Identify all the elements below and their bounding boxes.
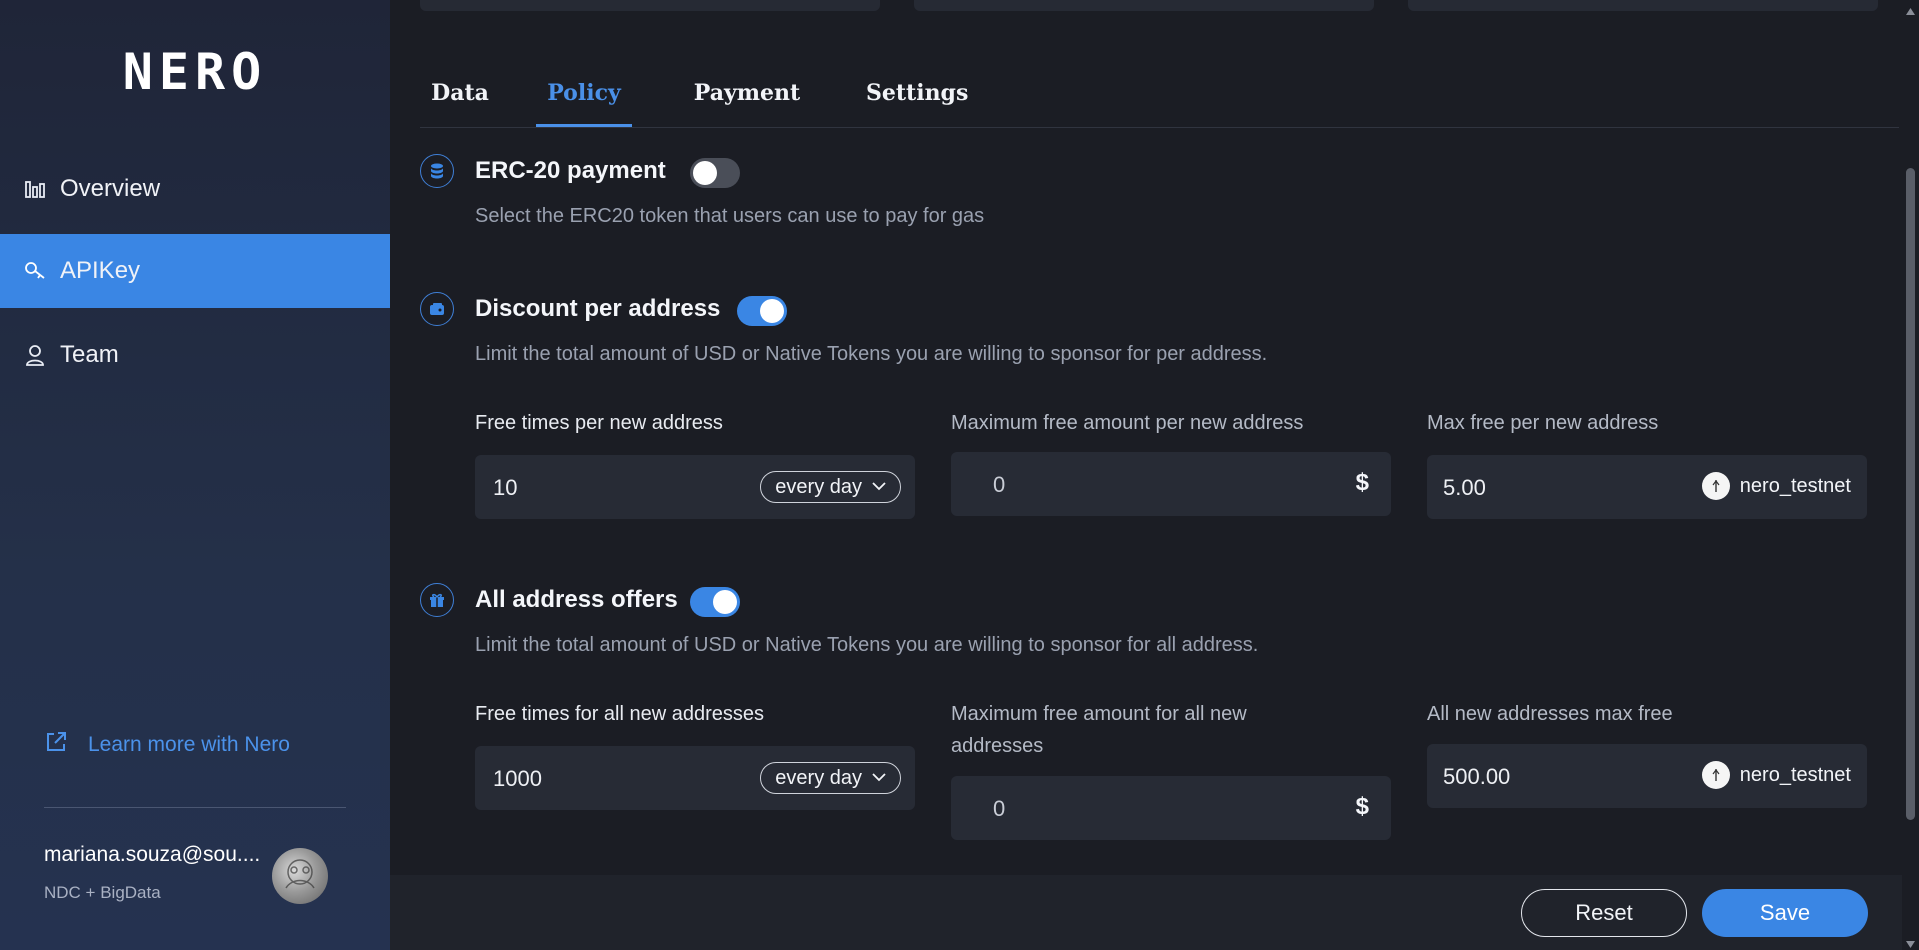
period-select[interactable]: every day <box>760 762 901 794</box>
all-max-free-input[interactable]: 500.00 nero_testnet <box>1427 744 1867 808</box>
erc20-description: Select the ERC20 token that users can us… <box>475 205 985 227</box>
free-times-value: 10 <box>493 475 518 500</box>
coin-stack-icon <box>420 154 454 188</box>
person-icon <box>24 344 46 366</box>
sidebar-item-team[interactable]: Team <box>0 318 390 392</box>
all-max-free-label: All new addresses max free <box>1427 703 1673 725</box>
top-card-stub <box>1408 0 1878 11</box>
footer-bar: Reset Save <box>390 875 1919 950</box>
max-free-value: 5.00 <box>1443 475 1486 500</box>
free-times-label: Free times per new address <box>475 412 723 434</box>
external-link-icon <box>44 730 68 759</box>
nero-token-icon <box>1701 472 1730 500</box>
all-free-times-label: Free times for all new addresses <box>475 703 765 725</box>
tab-data[interactable]: Data <box>430 80 490 128</box>
bar-chart-icon <box>24 178 46 200</box>
toggle-knob <box>693 161 717 185</box>
sidebar: NERO Overview APIKey Team Learn more wit… <box>0 0 390 950</box>
nero-token-icon <box>1701 761 1730 789</box>
tab-bar: Data Policy Payment Settings <box>420 70 1899 128</box>
learn-more-label: Learn more with Nero <box>88 732 290 756</box>
sidebar-item-overview[interactable]: Overview <box>0 152 390 226</box>
token-label: nero_testnet <box>1739 474 1851 497</box>
chevron-down-icon <box>872 478 886 496</box>
dollar-unit: $ <box>1355 793 1369 820</box>
period-select[interactable]: every day <box>760 471 901 503</box>
erc20-title: ERC-20 payment <box>475 157 666 184</box>
discount-toggle[interactable] <box>737 296 787 326</box>
token-label: nero_testnet <box>1739 763 1851 786</box>
gift-icon <box>420 583 454 617</box>
max-amount-value: 0 <box>993 472 1006 497</box>
all-free-times-input[interactable]: 1000 every day <box>475 746 915 810</box>
key-icon <box>24 260 46 282</box>
all-max-amount-input[interactable]: 0 $ <box>951 776 1391 840</box>
chevron-down-icon <box>872 769 886 787</box>
token-select[interactable]: nero_testnet <box>1701 761 1851 789</box>
max-free-label: Max free per new address <box>1427 412 1659 434</box>
period-label: every day <box>775 766 862 789</box>
avatar[interactable] <box>272 848 328 904</box>
discount-title: Discount per address <box>475 295 721 322</box>
max-amount-label: Maximum free amount per new address <box>951 412 1304 434</box>
all-offers-toggle[interactable] <box>690 587 740 617</box>
active-tab-indicator <box>536 124 632 127</box>
max-free-input[interactable]: 5.00 nero_testnet <box>1427 455 1867 519</box>
scroll-down-arrow-icon[interactable] <box>1905 936 1916 948</box>
all-free-times-value: 1000 <box>493 766 542 791</box>
top-card-stub <box>420 0 880 11</box>
learn-more-link[interactable]: Learn more with Nero <box>44 730 290 759</box>
period-label: every day <box>775 475 862 498</box>
dollar-unit: $ <box>1355 469 1369 496</box>
main-content: Data Policy Payment Settings ERC-20 paym… <box>390 0 1919 950</box>
all-max-amount-value: 0 <box>993 796 1006 821</box>
token-select[interactable]: nero_testnet <box>1701 472 1851 500</box>
user-email: mariana.souza@sou.... <box>44 843 261 866</box>
scroll-thumb[interactable] <box>1906 168 1915 820</box>
tab-payment[interactable]: Payment <box>692 80 802 128</box>
sidebar-divider <box>44 807 346 808</box>
all-offers-title: All address offers <box>475 586 678 613</box>
sidebar-item-label: Team <box>60 341 119 368</box>
wallet-icon <box>420 292 454 326</box>
top-card-stub <box>914 0 1374 11</box>
all-offers-description: Limit the total amount of USD or Native … <box>475 634 1259 656</box>
toggle-knob <box>760 299 784 323</box>
tab-settings[interactable]: Settings <box>866 80 968 128</box>
max-amount-input[interactable]: 0 $ <box>951 452 1391 516</box>
save-button[interactable]: Save <box>1702 889 1868 937</box>
toggle-knob <box>713 590 737 614</box>
sidebar-item-label: APIKey <box>60 257 141 284</box>
user-org: NDC + BigData <box>44 883 161 902</box>
all-max-free-value: 500.00 <box>1443 764 1511 789</box>
free-times-input[interactable]: 10 every day <box>475 455 915 519</box>
nero-logo: NERO <box>103 43 287 101</box>
sidebar-item-label: Overview <box>60 175 161 202</box>
erc20-toggle[interactable] <box>690 158 740 188</box>
all-max-amount-label: Maximum free amount for all new addresse… <box>951 703 1247 757</box>
sidebar-item-apikey[interactable]: APIKey <box>0 234 390 308</box>
logo-text: NERO <box>122 43 268 101</box>
reset-button[interactable]: Reset <box>1521 889 1687 937</box>
scroll-up-arrow-icon[interactable] <box>1905 4 1916 15</box>
tab-policy[interactable]: Policy <box>536 80 632 128</box>
scrollbar[interactable] <box>1902 0 1919 950</box>
discount-description: Limit the total amount of USD or Native … <box>475 343 1268 365</box>
